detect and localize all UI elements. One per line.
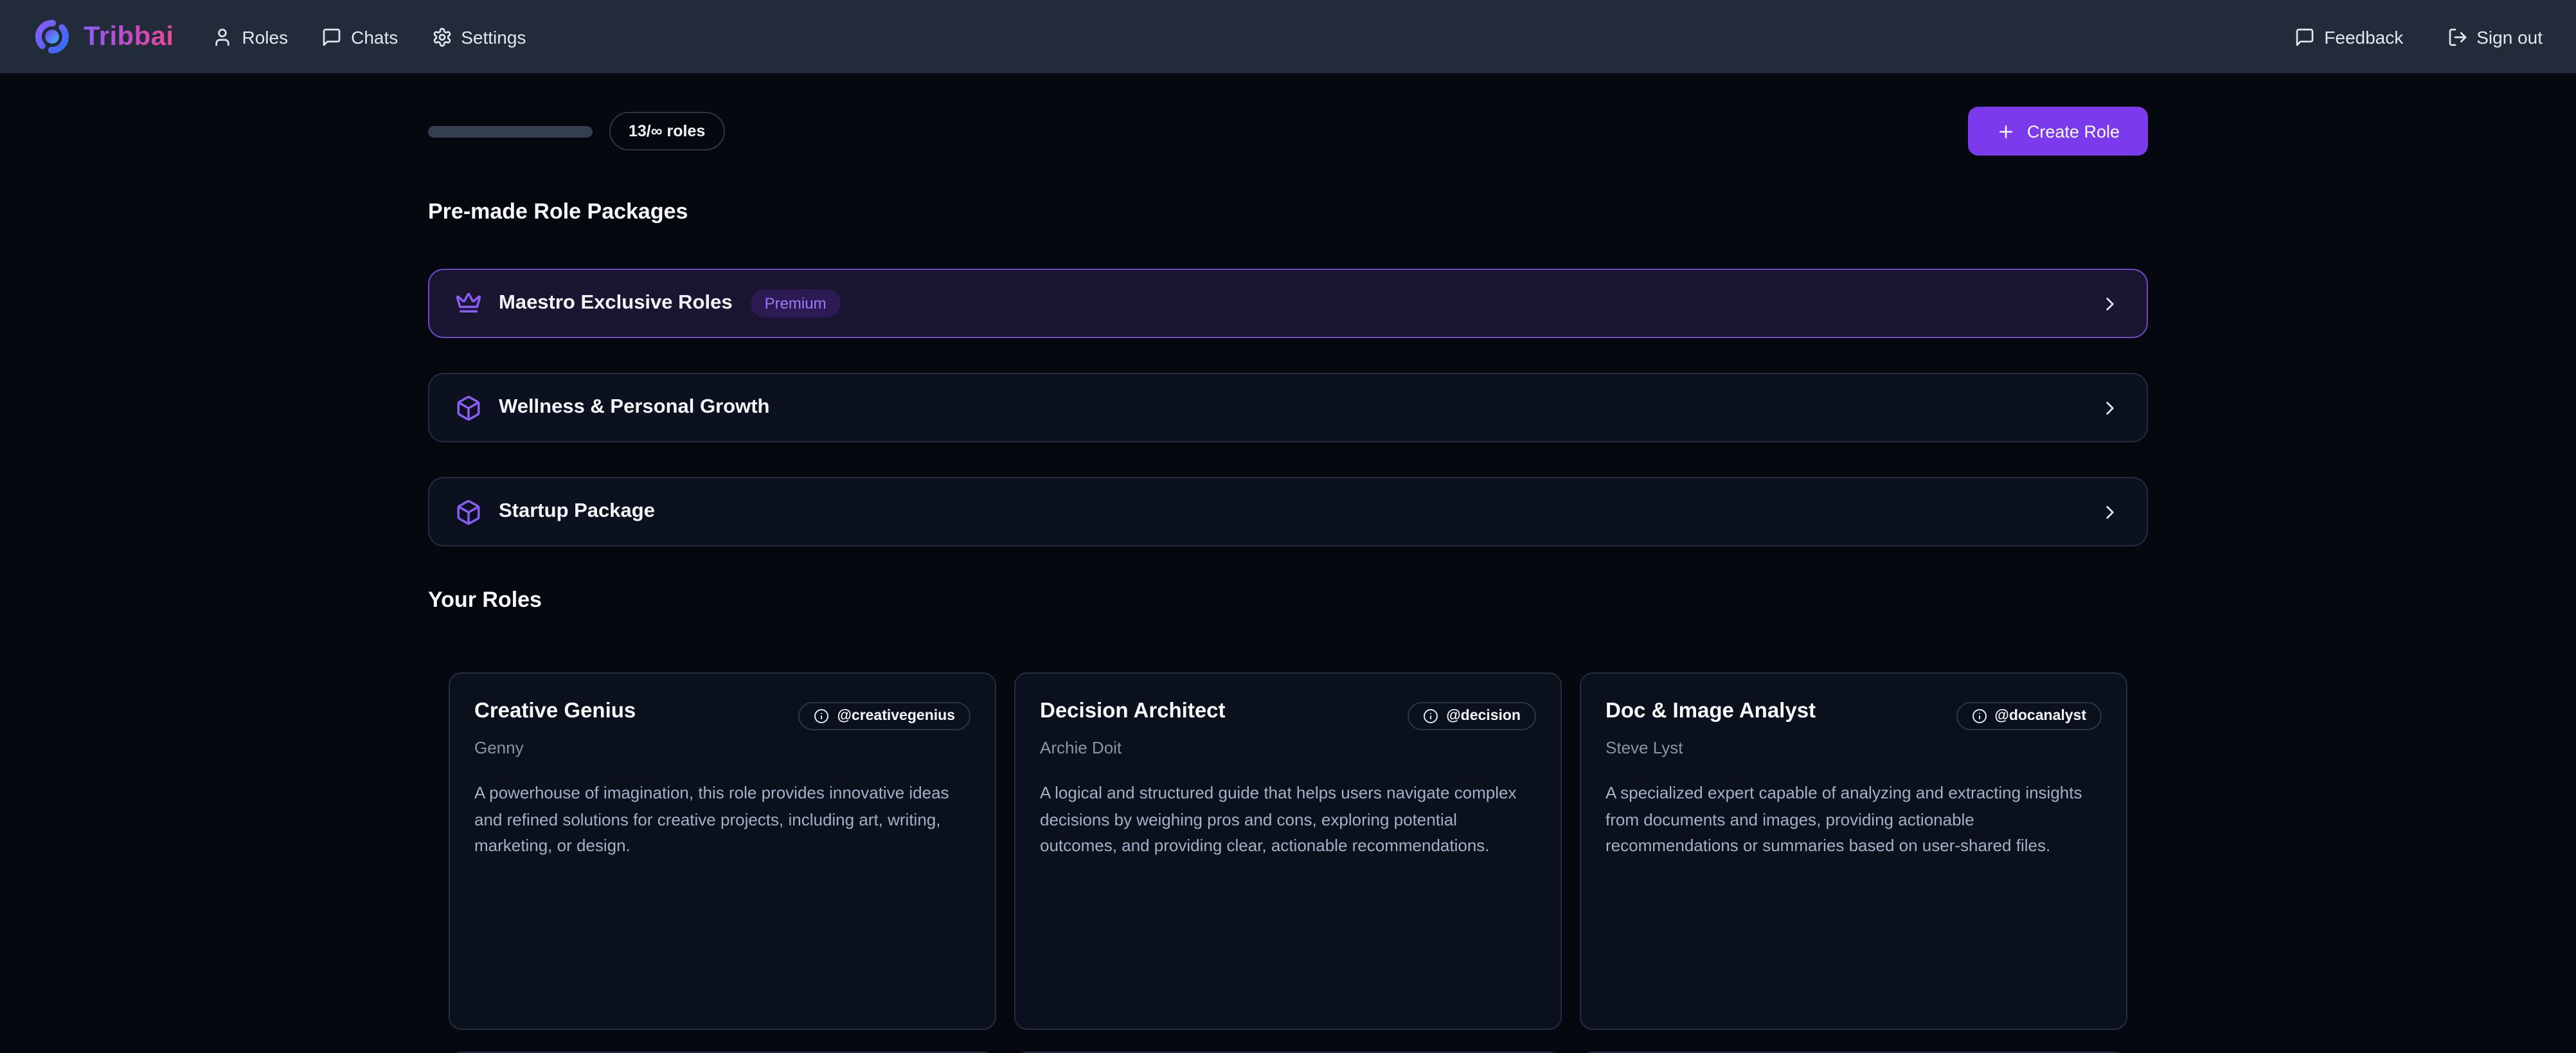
package-icon <box>455 394 482 421</box>
package-rows: Maestro Exclusive Roles Premium Wellness… <box>428 269 2148 546</box>
gear-icon <box>431 26 452 47</box>
package-row-wellness[interactable]: Wellness & Personal Growth <box>428 373 2148 442</box>
info-icon <box>1971 708 1987 724</box>
nav-label-settings: Settings <box>461 26 526 47</box>
chevron-right-icon <box>2099 397 2121 419</box>
chat-bubble-icon <box>321 26 342 47</box>
brand-logo[interactable]: Tribbai <box>33 18 174 55</box>
role-handle: @decision <box>1446 708 1521 724</box>
package-row-startup[interactable]: Startup Package <box>428 477 2148 546</box>
roles-count-badge: 13/∞ roles <box>609 112 724 150</box>
tribbai-logo-icon <box>33 18 71 55</box>
nav-label-roles: Roles <box>242 26 289 47</box>
role-card-title: Decision Architect <box>1040 699 1226 725</box>
user-icon <box>213 26 233 47</box>
plus-icon <box>1996 122 2016 141</box>
feedback-button[interactable]: Feedback <box>2294 26 2403 47</box>
logout-icon <box>2447 26 2467 47</box>
role-card-description: A powerhouse of imagination, this role p… <box>474 780 970 860</box>
main-content: 13/∞ roles Create Role Pre-made Role Pac… <box>428 107 2148 1053</box>
roles-toolbar: 13/∞ roles Create Role <box>428 107 2148 156</box>
role-card-subtitle: Archie Doit <box>1040 738 1536 757</box>
package-row-label: Startup Package <box>499 500 655 523</box>
role-handle-badge[interactable]: @creativegenius <box>798 702 970 730</box>
nav-item-roles[interactable]: Roles <box>213 26 289 47</box>
packages-section-title: Pre-made Role Packages <box>428 199 2148 225</box>
role-card-subtitle: Steve Lyst <box>1606 738 2102 757</box>
role-card-creative-genius[interactable]: Creative Genius @creativegenius Genny A … <box>449 672 996 1030</box>
role-card-description: A specialized expert capable of analyzin… <box>1606 780 2102 860</box>
premium-badge: Premium <box>751 289 841 318</box>
app-root: Tribbai Roles Chats Settings <box>0 0 2576 1053</box>
feedback-chat-icon <box>2294 26 2315 47</box>
info-icon <box>814 708 829 724</box>
package-row-label: Wellness & Personal Growth <box>499 396 770 419</box>
sign-out-label: Sign out <box>2476 26 2543 47</box>
chevron-right-icon <box>2099 501 2121 523</box>
your-roles-section-title: Your Roles <box>428 588 2148 613</box>
nav-item-settings[interactable]: Settings <box>431 26 526 47</box>
feedback-label: Feedback <box>2324 26 2403 47</box>
create-role-label: Create Role <box>2027 122 2120 141</box>
role-card-decision-architect[interactable]: Decision Architect @decision Archie Doit… <box>1014 672 1562 1030</box>
package-row-maestro[interactable]: Maestro Exclusive Roles Premium <box>428 269 2148 338</box>
nav-item-chats[interactable]: Chats <box>321 26 398 47</box>
info-icon <box>1423 708 1438 724</box>
role-handle: @creativegenius <box>837 708 955 724</box>
chevron-right-icon <box>2099 292 2121 314</box>
create-role-button[interactable]: Create Role <box>1968 107 2148 156</box>
role-card-title: Doc & Image Analyst <box>1606 699 1816 725</box>
role-card-title: Creative Genius <box>474 699 636 725</box>
crown-icon <box>455 290 482 317</box>
role-handle-badge[interactable]: @decision <box>1408 702 1536 730</box>
role-handle-badge[interactable]: @docanalyst <box>1956 702 2102 730</box>
main-nav: Roles Chats Settings <box>213 26 526 47</box>
sign-out-button[interactable]: Sign out <box>2447 26 2543 47</box>
role-handle: @docanalyst <box>1994 708 2086 724</box>
package-icon <box>455 498 482 525</box>
package-row-label: Maestro Exclusive Roles <box>499 292 733 315</box>
top-nav-bar: Tribbai Roles Chats Settings <box>0 0 2576 73</box>
role-card-description: A logical and structured guide that help… <box>1040 780 1536 860</box>
role-cards-grid: Creative Genius @creativegenius Genny A … <box>449 672 2127 1053</box>
roles-usage-progress-bar <box>428 125 593 137</box>
nav-label-chats: Chats <box>351 26 398 47</box>
role-card-subtitle: Genny <box>474 738 970 757</box>
brand-name: Tribbai <box>84 21 174 52</box>
role-card-doc-image-analyst[interactable]: Doc & Image Analyst @docanalyst Steve Ly… <box>1580 672 2127 1030</box>
